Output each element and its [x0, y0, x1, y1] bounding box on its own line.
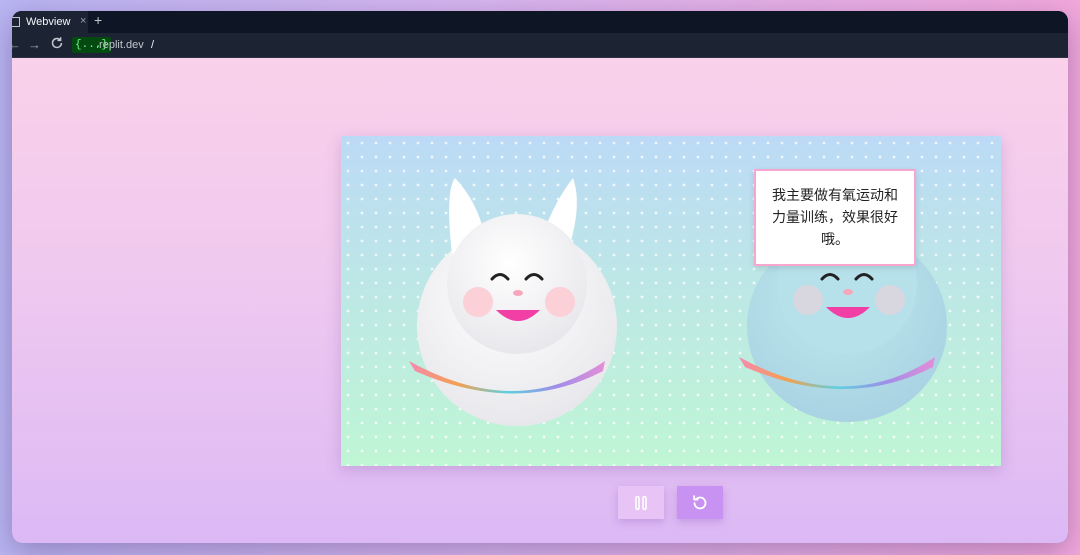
browser-window: Webview × + ← → {...} .replit.dev / 我主要做…	[12, 11, 1068, 543]
pause-button[interactable]	[618, 486, 664, 519]
white-bunny-character	[409, 178, 617, 426]
back-icon[interactable]: ←	[12, 37, 21, 52]
reload-icon[interactable]	[50, 36, 64, 53]
pause-icon	[635, 495, 647, 510]
url-path-input[interactable]: /	[151, 37, 154, 53]
address-bar: ← → {...} .replit.dev /	[12, 33, 1068, 58]
forward-icon[interactable]: →	[28, 37, 41, 52]
playback-controls	[618, 486, 723, 519]
restart-icon	[693, 494, 707, 509]
new-tab-button[interactable]: +	[94, 12, 102, 28]
tab-bar: Webview × +	[12, 11, 1068, 33]
webview-content: 我主要做有氧运动和力量训练，效果很好哦。	[12, 58, 1068, 543]
url-host[interactable]: .replit.dev	[96, 37, 144, 53]
tab-title: Webview	[26, 16, 71, 28]
animation-stage: 我主要做有氧运动和力量训练，效果很好哦。	[341, 136, 1001, 466]
tab-webview[interactable]: Webview ×	[12, 11, 88, 33]
tab-close-button[interactable]: ×	[80, 15, 86, 27]
speech-bubble: 我主要做有氧运动和力量训练，效果很好哦。	[754, 169, 916, 266]
webview-tab-icon	[12, 17, 20, 27]
restart-button[interactable]	[677, 486, 723, 519]
